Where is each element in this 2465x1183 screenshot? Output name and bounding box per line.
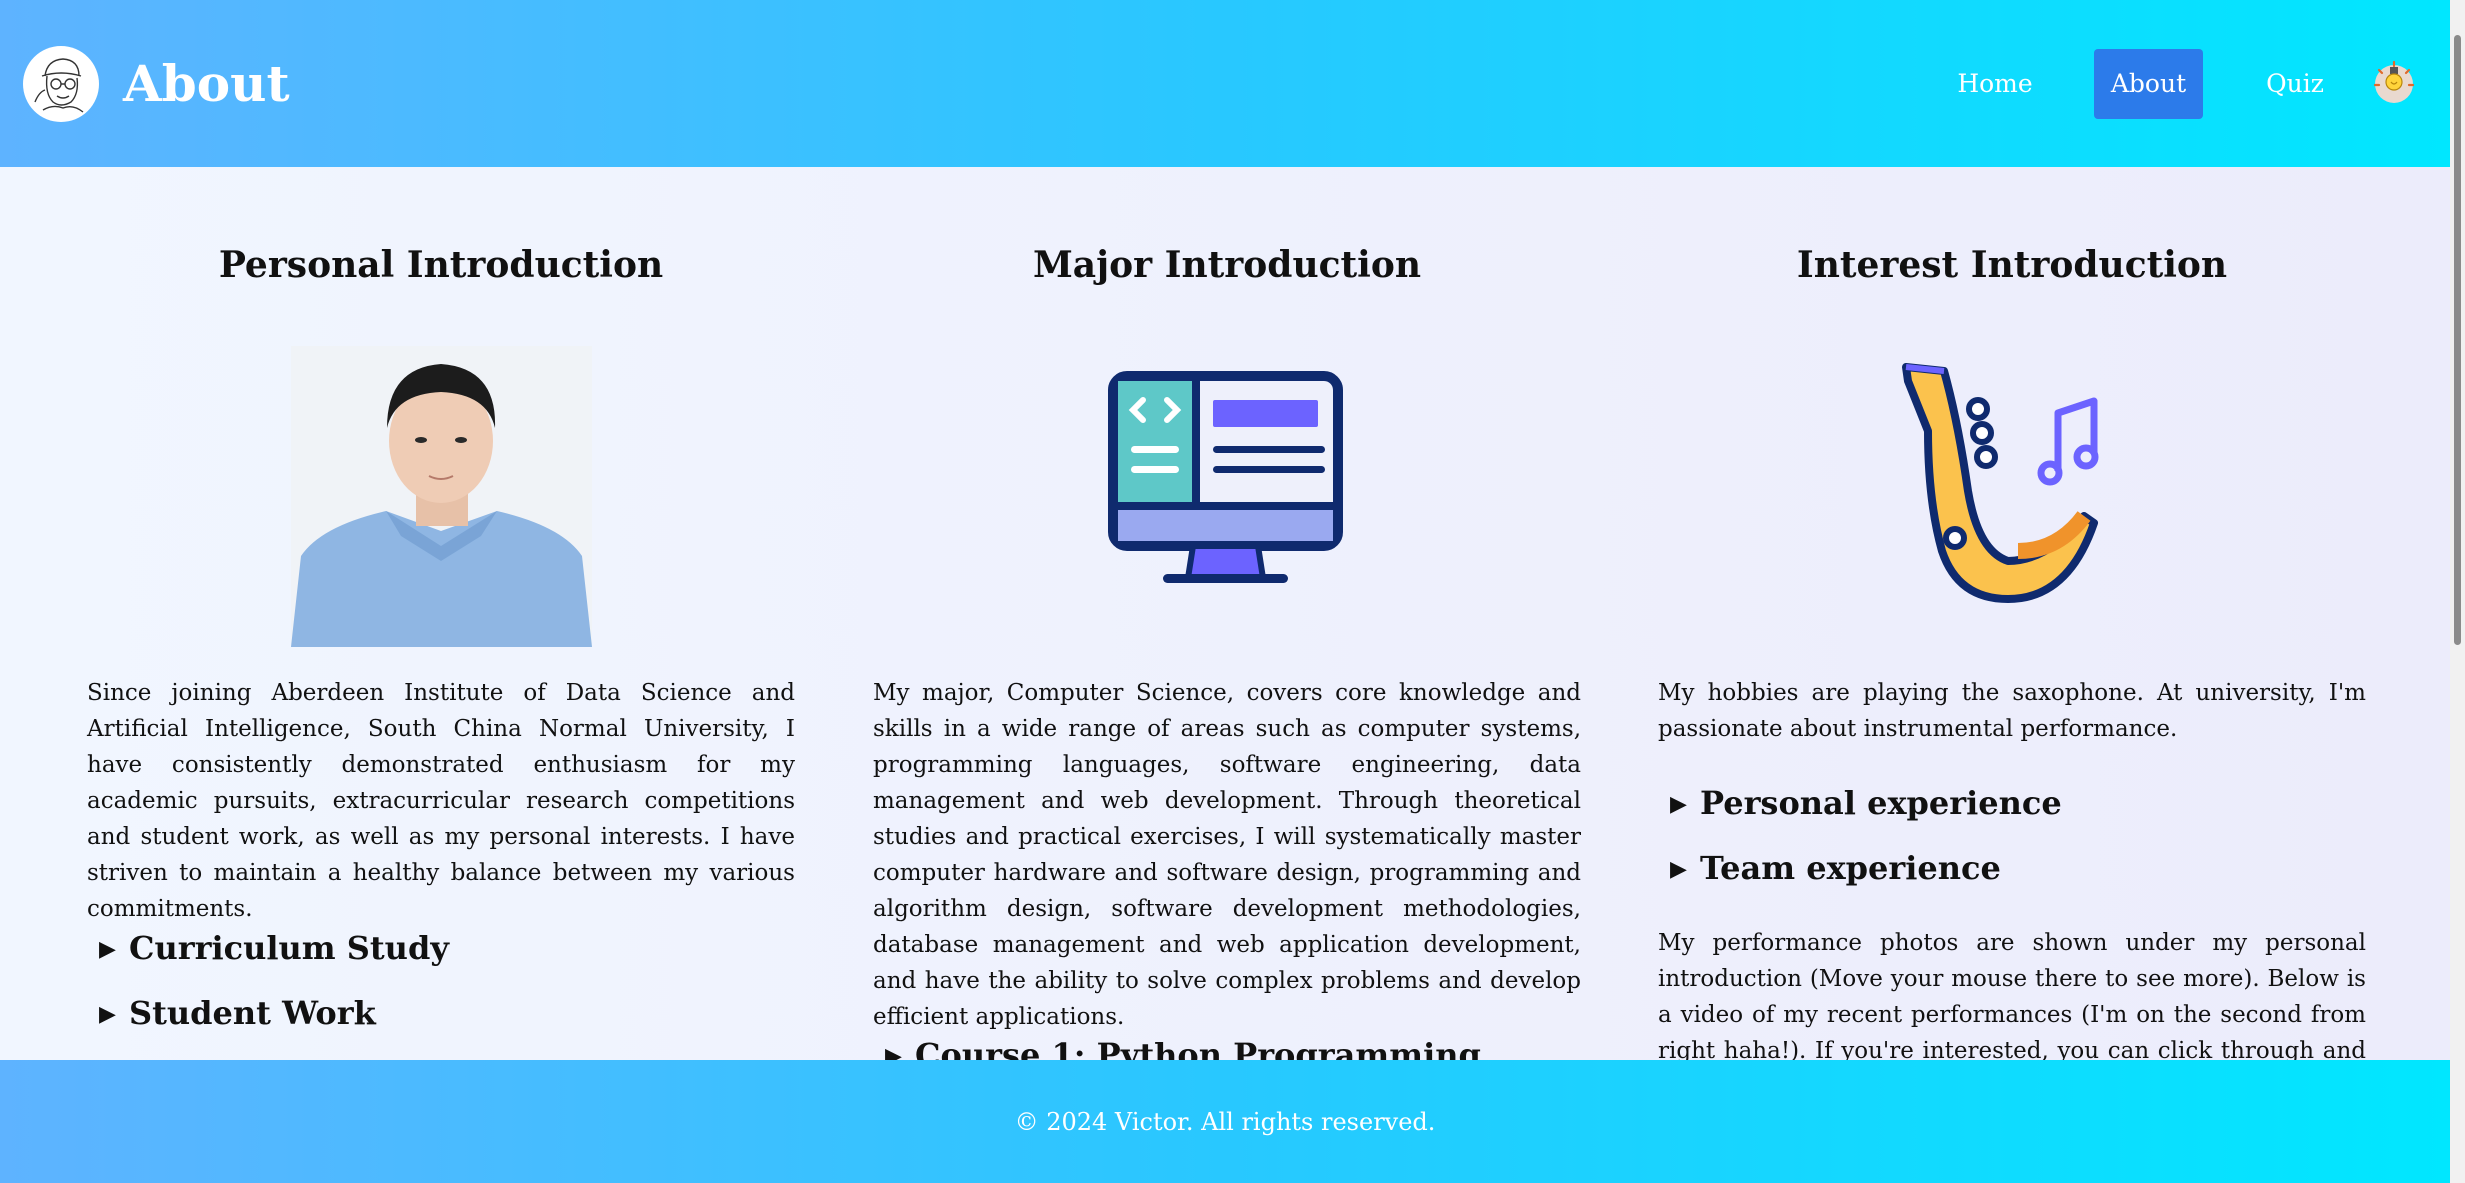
team-experience-label: Team experience: [1700, 849, 2001, 887]
major-introduction-text: My major, Computer Science, covers core …: [873, 680, 1581, 1030]
nav-home-link[interactable]: Home: [1940, 49, 2050, 119]
site-footer: © 2024 Victor. All rights reserved.: [0, 1060, 2450, 1183]
team-experience-toggle[interactable]: ▶ Team experience: [1670, 846, 2001, 891]
copyright-text: © 2024 Victor. All rights reserved.: [1014, 1108, 1436, 1136]
avatar-sketch-icon[interactable]: [23, 46, 99, 122]
lightbulb-icon[interactable]: [2372, 56, 2420, 108]
curriculum-study-toggle[interactable]: ▶ Curriculum Study: [99, 926, 449, 971]
interest-introduction-title: Interest Introduction: [1796, 244, 2228, 286]
caret-right-icon: ▶: [885, 1043, 902, 1060]
personal-introduction-title: Personal Introduction: [218, 244, 664, 286]
student-work-label: Student Work: [129, 994, 376, 1032]
main-content: Personal Introduction Since joining Aber…: [0, 167, 2450, 1060]
caret-right-icon: ▶: [99, 936, 116, 962]
personal-introduction-text: Since joining Aberdeen Institute of Data…: [87, 680, 795, 922]
scrollbar-thumb[interactable]: [2454, 35, 2461, 645]
caret-right-icon: ▶: [1670, 791, 1687, 817]
caret-right-icon: ▶: [1670, 856, 1687, 882]
nav-about-link[interactable]: About: [2094, 49, 2203, 119]
personal-experience-toggle[interactable]: ▶ Personal experience: [1670, 781, 2062, 826]
personal-experience-label: Personal experience: [1700, 784, 2062, 822]
site-header: About Home About Quiz: [0, 0, 2450, 167]
interest-introduction-text: My hobbies are playing the saxophone. At…: [1658, 680, 2366, 742]
course-1-toggle[interactable]: ▶ Course 1: Python Programming: [885, 1033, 1481, 1060]
saxophone-icon: [1898, 361, 2133, 606]
performance-text: My performance photos are shown under my…: [1658, 930, 2366, 1060]
computer-monitor-icon: [1103, 366, 1348, 591]
student-work-toggle[interactable]: ▶ Student Work: [99, 991, 376, 1036]
nav-quiz-link[interactable]: Quiz: [2245, 49, 2345, 119]
profile-photo: [291, 346, 592, 647]
major-introduction-title: Major Introduction: [1032, 244, 1422, 286]
page-title: About: [123, 54, 290, 113]
course-1-label: Course 1: Python Programming: [915, 1036, 1481, 1060]
curriculum-study-label: Curriculum Study: [129, 929, 449, 967]
caret-right-icon: ▶: [99, 1001, 116, 1027]
page-scrollbar[interactable]: [2450, 0, 2465, 1183]
